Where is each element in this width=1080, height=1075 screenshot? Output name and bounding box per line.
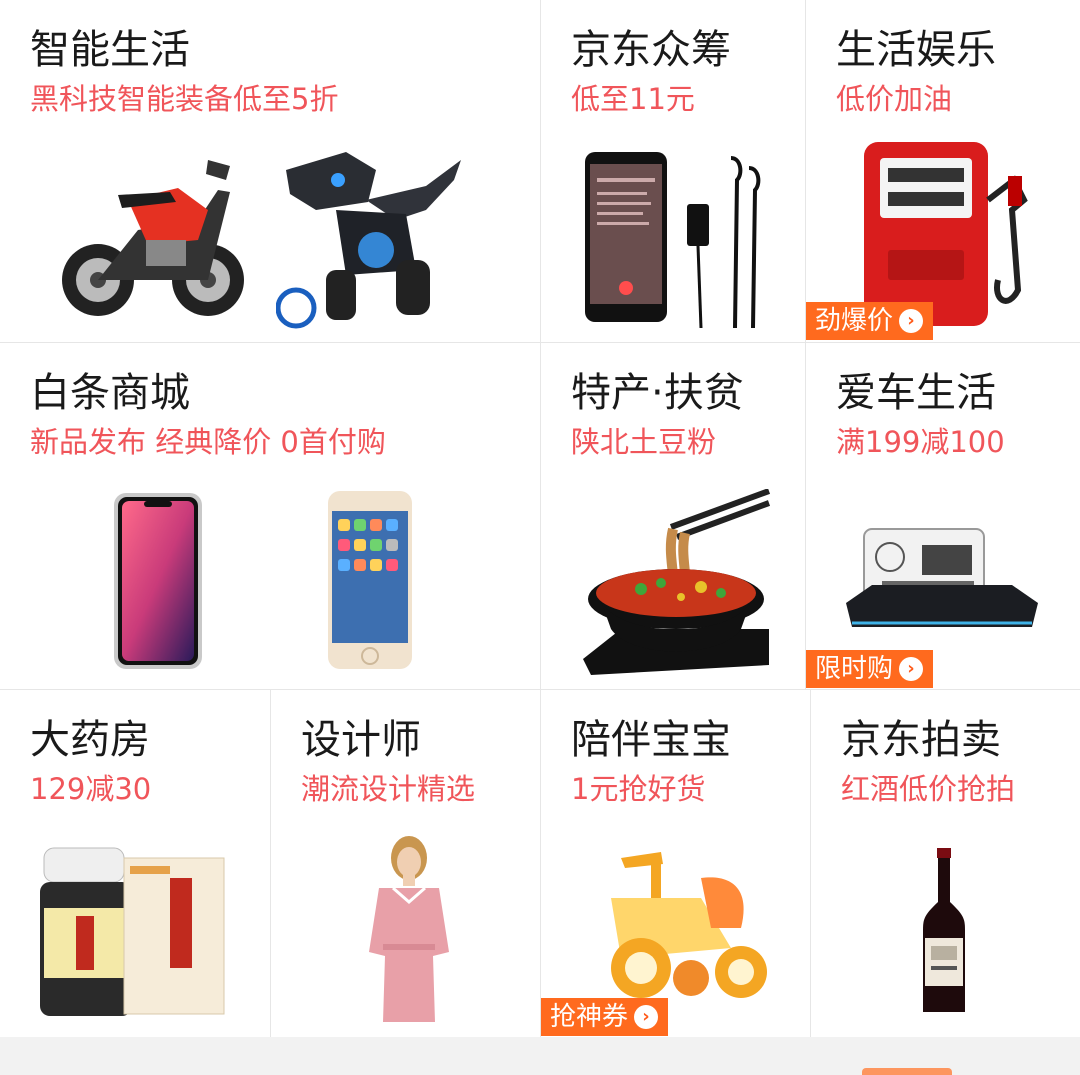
grab-coupon-badge[interactable]: 抢神券 › bbox=[541, 998, 669, 1036]
tile-subtitle: 低价加油 bbox=[836, 82, 953, 116]
tile-auction[interactable]: 京东拍卖 红酒低价抢拍 bbox=[811, 690, 1080, 1037]
tile-specialty-poverty[interactable]: 特产·扶贫 陕北土豆粉 bbox=[541, 343, 805, 689]
chevron-right-icon: › bbox=[899, 657, 924, 681]
tile-subtitle: 红酒低价抢拍 bbox=[841, 772, 1016, 806]
tile-smart-life[interactable]: 智能生活 黑科技智能装备低至5折 bbox=[0, 0, 540, 342]
badge-label: 劲爆价 bbox=[815, 306, 894, 336]
tile-baby[interactable]: 陪伴宝宝 1元抢好货 抢神券 › bbox=[541, 690, 810, 1037]
tile-crowdfunding[interactable]: 京东众筹 低至11元 bbox=[541, 0, 805, 342]
kids-tricycle-image bbox=[611, 852, 767, 998]
limited-time-badge[interactable]: 限时购 › bbox=[806, 650, 934, 688]
tile-title: 设计师 bbox=[301, 717, 421, 763]
next-section-hint bbox=[862, 1068, 952, 1075]
divider bbox=[270, 690, 271, 1037]
tile-subtitle: 新品发布 经典降价 0首付购 bbox=[30, 425, 386, 459]
divider bbox=[805, 0, 806, 342]
tile-pharmacy[interactable]: 大药房 129减30 bbox=[0, 690, 270, 1037]
tile-title: 智能生活 bbox=[30, 27, 190, 73]
badge-label: 抢神券 bbox=[550, 1002, 629, 1032]
noodle-bowl-image bbox=[583, 489, 771, 675]
chevron-right-icon: › bbox=[899, 309, 924, 333]
divider bbox=[540, 343, 541, 689]
iphone-x-image bbox=[114, 493, 202, 669]
tile-car-life[interactable]: 爱车生活 满199减100 限时购 › bbox=[806, 343, 1080, 689]
tile-title: 生活娱乐 bbox=[836, 27, 996, 73]
fashion-model-image bbox=[369, 836, 449, 1022]
iphone-gold-image bbox=[328, 491, 412, 669]
tile-subtitle: 陕北土豆粉 bbox=[571, 425, 717, 459]
tile-title: 白条商城 bbox=[30, 370, 190, 416]
tile-subtitle: 潮流设计精选 bbox=[301, 772, 476, 806]
tile-subtitle: 1元抢好货 bbox=[571, 772, 706, 806]
tile-baitiao-mall[interactable]: 白条商城 新品发布 经典降价 0首付购 bbox=[0, 343, 540, 689]
smartphone-earphones-image bbox=[585, 152, 761, 328]
tile-title: 京东拍卖 bbox=[841, 717, 1001, 763]
tile-title: 特产·扶贫 bbox=[571, 370, 744, 416]
divider bbox=[805, 343, 806, 689]
red-wine-bottle-image bbox=[923, 848, 965, 1012]
badge-label: 限时购 bbox=[815, 654, 894, 684]
divider bbox=[540, 690, 541, 1037]
tile-designer[interactable]: 设计师 潮流设计精选 bbox=[271, 690, 540, 1037]
electric-motorcycle-image bbox=[62, 160, 244, 316]
floor-grid: 智能生活 黑科技智能装备低至5折 京东众筹 低至11元 生活娱乐 低价加油 劲爆… bbox=[0, 0, 1080, 1037]
medicine-bottle-box-image bbox=[40, 847, 225, 1016]
car-dashboard-clock-image bbox=[846, 528, 1038, 627]
hot-price-badge[interactable]: 劲爆价 › bbox=[806, 302, 934, 340]
robot-dinosaur-image bbox=[276, 152, 461, 329]
divider bbox=[810, 690, 811, 1037]
divider bbox=[540, 0, 541, 342]
tile-subtitle: 满199减100 bbox=[836, 425, 1005, 459]
tile-title: 爱车生活 bbox=[836, 370, 996, 416]
chevron-right-icon: › bbox=[634, 1005, 659, 1029]
tile-title: 陪伴宝宝 bbox=[571, 717, 731, 763]
tile-subtitle: 129减30 bbox=[30, 772, 152, 806]
tile-subtitle: 低至11元 bbox=[571, 82, 695, 116]
tile-subtitle: 黑科技智能装备低至5折 bbox=[30, 82, 339, 116]
tile-title: 大药房 bbox=[30, 717, 150, 763]
tile-title: 京东众筹 bbox=[571, 27, 731, 73]
tile-entertainment[interactable]: 生活娱乐 低价加油 劲爆价 › bbox=[806, 0, 1080, 342]
